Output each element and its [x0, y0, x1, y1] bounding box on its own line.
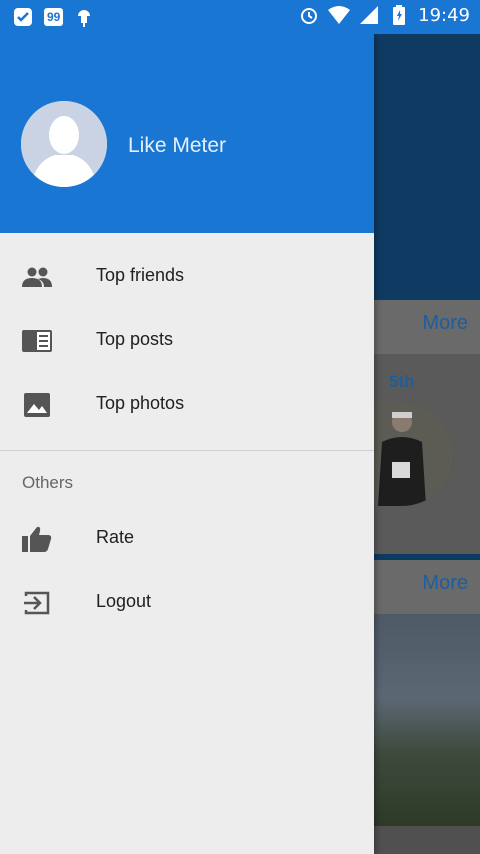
notification-count-badge: 99 — [44, 8, 64, 26]
people-icon — [22, 265, 52, 289]
background-content: More 5th More — [374, 34, 480, 854]
alarm-icon — [298, 4, 320, 26]
status-bar: 99 19:49 — [0, 0, 480, 34]
menu-item-label: Top photos — [96, 393, 185, 413]
wifi-icon — [328, 4, 351, 26]
card-header: More — [374, 560, 480, 614]
image-icon — [22, 393, 52, 417]
profile-name: Like Meter — [128, 134, 227, 157]
menu-item-top-posts[interactable]: Top posts — [0, 309, 374, 373]
logout-icon — [22, 591, 52, 615]
drawer-header: Like Meter — [0, 34, 374, 233]
menu-item-rate[interactable]: Rate — [0, 507, 374, 571]
background-header — [374, 34, 480, 300]
top-photos-card: More — [374, 560, 480, 854]
menu-item-top-friends[interactable]: Top friends — [0, 245, 374, 309]
drawer-menu: Top friends Top posts Top photos Others … — [0, 245, 374, 635]
check-notification-icon — [12, 6, 34, 28]
default-avatar-icon — [21, 101, 107, 187]
menu-item-top-photos[interactable]: Top photos — [0, 373, 374, 437]
thumb-up-icon — [22, 526, 52, 552]
friend-avatar[interactable] — [374, 402, 454, 506]
menu-item-label: Top posts — [96, 329, 174, 349]
signal-icon — [358, 4, 380, 26]
menu-item-label: Top friends — [96, 265, 185, 285]
navigation-drawer: Like Meter Top friends Top posts Top pho… — [0, 34, 374, 854]
newspaper-icon — [22, 329, 52, 353]
top-friends-card: More 5th — [374, 300, 480, 554]
clock-time: 19:49 — [418, 4, 470, 26]
battery-icon — [388, 4, 410, 26]
android-icon — [73, 6, 95, 28]
section-title-label: Others — [22, 473, 74, 492]
section-title-others: Others — [0, 451, 374, 507]
menu-item-logout[interactable]: Logout — [0, 571, 374, 635]
menu-item-label: Rate — [96, 527, 135, 547]
profile-avatar[interactable] — [21, 101, 107, 187]
menu-item-label: Logout — [96, 591, 152, 611]
landscape-photo[interactable] — [374, 614, 480, 826]
card-header: More — [374, 300, 480, 354]
more-link[interactable]: More — [422, 572, 468, 595]
rank-label: 5th — [389, 372, 415, 391]
more-link[interactable]: More — [422, 312, 468, 335]
